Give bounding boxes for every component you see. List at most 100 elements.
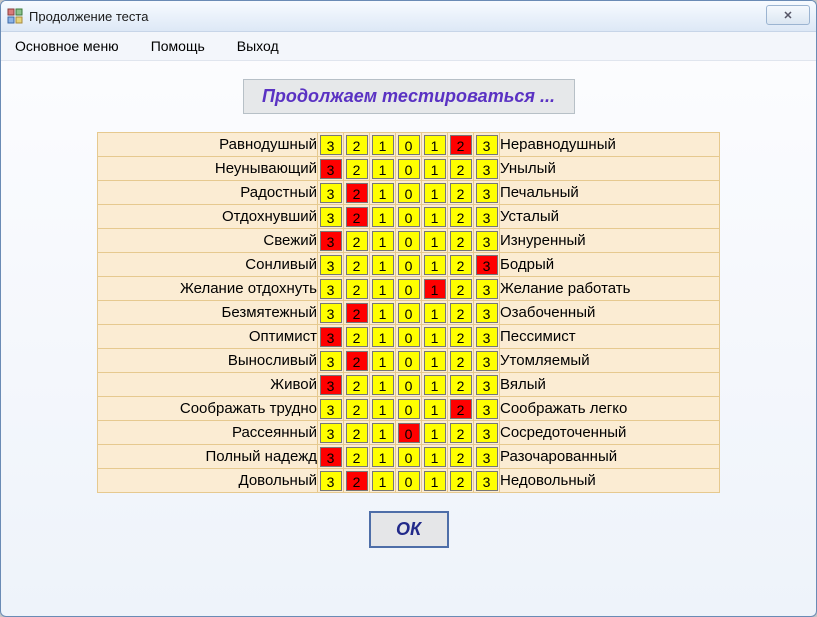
- scale-tile[interactable]: 1: [424, 231, 446, 251]
- scale-tile[interactable]: 2: [346, 231, 368, 251]
- scale-tile[interactable]: 3: [476, 255, 498, 275]
- menu-help[interactable]: Помощь: [147, 36, 209, 56]
- scale-tile[interactable]: 2: [450, 447, 472, 467]
- scale-tile[interactable]: 2: [346, 279, 368, 299]
- scale-tile[interactable]: 2: [450, 375, 472, 395]
- scale-tile[interactable]: 2: [450, 255, 472, 275]
- scale-tile[interactable]: 1: [424, 423, 446, 443]
- scale-tile[interactable]: 3: [320, 423, 342, 443]
- scale-tile[interactable]: 3: [320, 375, 342, 395]
- scale-tile[interactable]: 3: [320, 303, 342, 323]
- scale-tile[interactable]: 1: [424, 135, 446, 155]
- scale-tile[interactable]: 1: [424, 159, 446, 179]
- scale-tile[interactable]: 1: [424, 399, 446, 419]
- scale-tile[interactable]: 0: [398, 375, 420, 395]
- scale-tile[interactable]: 2: [450, 327, 472, 347]
- scale-tile[interactable]: 3: [476, 183, 498, 203]
- scale-tile[interactable]: 1: [424, 207, 446, 227]
- scale-tile[interactable]: 3: [476, 471, 498, 491]
- scale-tile[interactable]: 1: [424, 327, 446, 347]
- window-close-button[interactable]: ✕: [766, 5, 810, 25]
- scale-tile[interactable]: 1: [372, 327, 394, 347]
- scale-tile[interactable]: 2: [346, 447, 368, 467]
- scale-tile[interactable]: 3: [476, 351, 498, 371]
- scale-tile[interactable]: 3: [476, 135, 498, 155]
- scale-tile[interactable]: 1: [372, 255, 394, 275]
- scale-tile[interactable]: 2: [346, 375, 368, 395]
- scale-tile[interactable]: 3: [320, 135, 342, 155]
- scale-tile[interactable]: 2: [450, 303, 472, 323]
- scale-tile[interactable]: 2: [450, 471, 472, 491]
- scale-tile[interactable]: 1: [372, 135, 394, 155]
- scale-tile[interactable]: 2: [346, 327, 368, 347]
- scale-tile[interactable]: 3: [476, 423, 498, 443]
- scale-tile[interactable]: 0: [398, 327, 420, 347]
- scale-tile[interactable]: 3: [476, 303, 498, 323]
- scale-tile[interactable]: 3: [320, 207, 342, 227]
- scale-tile[interactable]: 1: [424, 303, 446, 323]
- scale-tile[interactable]: 3: [320, 399, 342, 419]
- scale-tile[interactable]: 2: [346, 207, 368, 227]
- scale-tile[interactable]: 3: [320, 231, 342, 251]
- scale-tile[interactable]: 3: [476, 207, 498, 227]
- scale-tile[interactable]: 2: [450, 399, 472, 419]
- scale-tile[interactable]: 1: [424, 183, 446, 203]
- scale-tile[interactable]: 1: [372, 183, 394, 203]
- scale-tile[interactable]: 2: [450, 207, 472, 227]
- scale-tile[interactable]: 0: [398, 159, 420, 179]
- menu-main[interactable]: Основное меню: [11, 36, 123, 56]
- scale-tile[interactable]: 1: [372, 159, 394, 179]
- scale-tile[interactable]: 1: [424, 375, 446, 395]
- scale-tile[interactable]: 3: [320, 279, 342, 299]
- scale-tile[interactable]: 1: [424, 279, 446, 299]
- scale-tile[interactable]: 1: [372, 399, 394, 419]
- scale-tile[interactable]: 2: [346, 255, 368, 275]
- scale-tile[interactable]: 0: [398, 207, 420, 227]
- scale-tile[interactable]: 2: [346, 471, 368, 491]
- scale-tile[interactable]: 1: [372, 351, 394, 371]
- scale-tile[interactable]: 0: [398, 471, 420, 491]
- scale-tile[interactable]: 2: [346, 135, 368, 155]
- scale-tile[interactable]: 1: [424, 471, 446, 491]
- scale-tile[interactable]: 1: [372, 207, 394, 227]
- scale-tile[interactable]: 0: [398, 135, 420, 155]
- scale-tile[interactable]: 2: [450, 231, 472, 251]
- scale-tile[interactable]: 0: [398, 351, 420, 371]
- scale-tile[interactable]: 2: [450, 423, 472, 443]
- scale-tile[interactable]: 2: [346, 303, 368, 323]
- scale-tile[interactable]: 1: [372, 447, 394, 467]
- scale-tile[interactable]: 1: [424, 447, 446, 467]
- scale-tile[interactable]: 1: [424, 351, 446, 371]
- scale-tile[interactable]: 2: [346, 183, 368, 203]
- scale-tile[interactable]: 0: [398, 399, 420, 419]
- scale-tile[interactable]: 0: [398, 423, 420, 443]
- scale-tile[interactable]: 3: [476, 399, 498, 419]
- scale-tile[interactable]: 1: [372, 279, 394, 299]
- scale-tile[interactable]: 0: [398, 303, 420, 323]
- scale-tile[interactable]: 1: [372, 231, 394, 251]
- scale-tile[interactable]: 0: [398, 255, 420, 275]
- scale-tile[interactable]: 1: [372, 303, 394, 323]
- scale-tile[interactable]: 3: [476, 231, 498, 251]
- scale-tile[interactable]: 3: [476, 327, 498, 347]
- scale-tile[interactable]: 3: [320, 351, 342, 371]
- scale-tile[interactable]: 3: [320, 447, 342, 467]
- scale-tile[interactable]: 2: [346, 423, 368, 443]
- scale-tile[interactable]: 2: [346, 351, 368, 371]
- scale-tile[interactable]: 3: [476, 375, 498, 395]
- scale-tile[interactable]: 3: [476, 279, 498, 299]
- scale-tile[interactable]: 2: [450, 135, 472, 155]
- scale-tile[interactable]: 2: [346, 399, 368, 419]
- ok-button[interactable]: ОК: [369, 511, 449, 548]
- scale-tile[interactable]: 1: [372, 375, 394, 395]
- menu-exit[interactable]: Выход: [233, 36, 283, 56]
- scale-tile[interactable]: 1: [424, 255, 446, 275]
- scale-tile[interactable]: 3: [320, 159, 342, 179]
- scale-tile[interactable]: 3: [320, 327, 342, 347]
- scale-tile[interactable]: 3: [320, 183, 342, 203]
- scale-tile[interactable]: 3: [320, 471, 342, 491]
- scale-tile[interactable]: 2: [450, 159, 472, 179]
- scale-tile[interactable]: 0: [398, 183, 420, 203]
- scale-tile[interactable]: 2: [450, 279, 472, 299]
- scale-tile[interactable]: 3: [476, 447, 498, 467]
